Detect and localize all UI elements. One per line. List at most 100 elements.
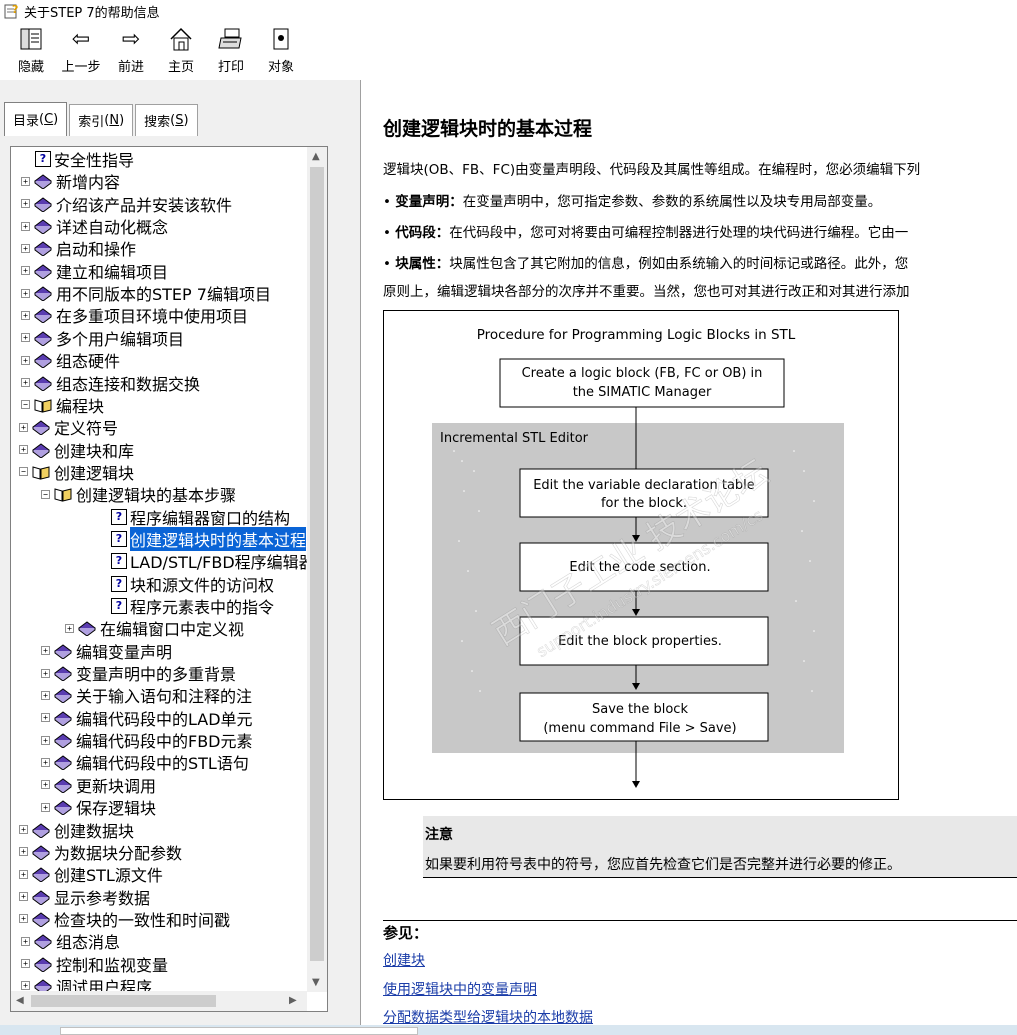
tree-item[interactable]: − 编程块	[21, 394, 104, 416]
expand-icon[interactable]: +	[21, 221, 30, 231]
object-button[interactable]: 对象	[256, 22, 306, 78]
scroll-down-icon[interactable]: ▼	[312, 977, 320, 988]
book-icon	[53, 687, 73, 705]
hide-button[interactable]: 隐藏	[6, 22, 56, 78]
tree-horizontal-scroll-thumb[interactable]	[31, 995, 216, 1007]
tree-item[interactable]: + 介绍该产品并安装该软件	[21, 193, 232, 215]
tree-item[interactable]: + 在多重项目环境中使用项目	[21, 304, 248, 326]
expand-icon[interactable]: +	[65, 623, 74, 633]
tree-vertical-scrollbar[interactable]: ▲ ▼	[307, 147, 327, 992]
collapse-icon[interactable]: −	[41, 489, 50, 499]
scroll-right-icon[interactable]: ▶	[289, 995, 297, 1006]
book-icon	[33, 330, 53, 347]
tree-item[interactable]: + 控制和监视变量	[21, 953, 168, 975]
expand-icon[interactable]: +	[19, 914, 28, 924]
expand-icon[interactable]: +	[41, 690, 50, 700]
tree-item[interactable]: + 编辑变量声明	[41, 640, 172, 662]
tree-item[interactable]: + 更新块调用	[41, 774, 156, 796]
tree-item-label: 用不同版本的STEP 7编辑项目	[56, 285, 271, 305]
tree-item[interactable]: + 创建数据块	[19, 819, 134, 841]
tree-item[interactable]: − 创建逻辑块的基本步骤	[41, 483, 236, 505]
tree-item-label: 编程块	[56, 396, 105, 416]
expand-icon[interactable]: +	[21, 243, 30, 253]
expand-icon[interactable]: +	[21, 288, 30, 298]
tree-item[interactable]: + 组态连接和数据交换	[21, 372, 200, 394]
expand-icon[interactable]: +	[19, 825, 28, 834]
book-icon	[33, 933, 53, 950]
expand-icon[interactable]: +	[21, 936, 30, 946]
bullet-code-term: 代码段：	[395, 225, 450, 241]
expand-icon[interactable]: +	[41, 668, 50, 678]
expand-icon[interactable]: +	[21, 199, 30, 209]
tab-search[interactable]: 搜索(S)	[135, 104, 198, 136]
tree-item[interactable]: + 为数据块分配参数	[19, 841, 182, 863]
tree-item[interactable]: + 调试用户程序	[21, 975, 152, 992]
book-icon	[33, 196, 53, 213]
expand-icon[interactable]: +	[19, 445, 28, 455]
forward-button[interactable]: ⇨ 前进	[106, 22, 156, 78]
expand-icon[interactable]: +	[21, 310, 30, 320]
tree-item[interactable]: + 启动和操作	[21, 237, 136, 259]
link-local-data-types[interactable]: 分配数据类型给逻辑块的本地数据	[383, 1007, 593, 1025]
tree-item[interactable]: + 创建STL源文件	[19, 863, 163, 885]
tree-item[interactable]: + 创建块和库	[19, 439, 134, 461]
back-button[interactable]: ⇦ 上一步	[56, 22, 106, 78]
tab-contents[interactable]: 目录(C)	[4, 102, 68, 136]
expand-icon[interactable]: +	[41, 646, 50, 656]
tree-item[interactable]: − 创建逻辑块	[19, 461, 134, 483]
tab-contents-key: C	[44, 112, 54, 127]
tree-item[interactable]: + 组态硬件	[21, 349, 120, 371]
link-create-block[interactable]: 创建块	[383, 950, 425, 970]
expand-icon[interactable]: +	[21, 266, 30, 276]
expand-icon[interactable]: +	[21, 981, 30, 991]
expand-icon[interactable]: +	[41, 713, 50, 723]
tree-item[interactable]: + 在编辑窗口中定义视	[65, 617, 244, 639]
tree-vertical-scroll-thumb[interactable]	[310, 167, 324, 961]
expand-icon[interactable]: +	[21, 333, 30, 343]
tree-item[interactable]: + 新增内容	[21, 170, 120, 192]
tab-index[interactable]: 索引(N)	[69, 104, 134, 136]
tree-item[interactable]: + 多个用户编辑项目	[21, 327, 184, 349]
expand-icon[interactable]: +	[41, 780, 50, 790]
tree-item[interactable]: + 建立和编辑项目	[21, 260, 168, 282]
expand-icon[interactable]: +	[19, 869, 28, 879]
collapse-icon[interactable]: −	[21, 400, 30, 410]
expand-icon[interactable]: +	[19, 892, 28, 902]
expand-icon[interactable]: +	[21, 176, 30, 186]
tree-item[interactable]: + 用不同版本的STEP 7编辑项目	[21, 282, 271, 304]
title-bar: ? 关于STEP 7的帮助信息	[0, 0, 1017, 22]
tree-item[interactable]: + 组态消息	[21, 930, 120, 952]
tree-item[interactable]: ? 程序元素表中的指令	[111, 595, 274, 617]
home-button[interactable]: 主页	[156, 22, 206, 78]
expand-icon[interactable]: +	[41, 757, 50, 767]
tree-item[interactable]: + 编辑代码段中的FBD元素	[41, 729, 253, 751]
collapse-icon[interactable]: −	[19, 467, 28, 477]
pane-splitter[interactable]	[347, 80, 361, 1025]
tree-item[interactable]: + 显示参考数据	[19, 886, 150, 908]
expand-icon[interactable]: +	[21, 959, 30, 969]
expand-icon[interactable]: +	[19, 847, 28, 857]
print-button[interactable]: 打印	[206, 22, 256, 78]
tree-item[interactable]: ? 创建逻辑块时的基本过程	[111, 526, 307, 551]
tree-horizontal-scrollbar[interactable]: ◀ ▶	[11, 991, 307, 1011]
expand-icon[interactable]: +	[19, 422, 28, 432]
expand-icon[interactable]: +	[41, 802, 50, 812]
tree-item[interactable]: + 关于输入语句和注释的注	[41, 684, 252, 706]
scroll-up-icon[interactable]: ▲	[312, 151, 320, 162]
tree-item[interactable]: + 保存逻辑块	[41, 796, 156, 818]
link-variable-declaration[interactable]: 使用逻辑块中的变量声明	[383, 979, 537, 999]
tree-item[interactable]: + 定义符号	[19, 416, 118, 438]
tree-item[interactable]: + 编辑代码段中的STL语句	[41, 751, 249, 773]
expand-icon[interactable]: +	[21, 355, 30, 365]
tree-item[interactable]: + 详述自动化概念	[21, 215, 168, 237]
tree-item[interactable]: ? 安全性指导	[35, 148, 134, 170]
tree-item[interactable]: ? 程序编辑器窗口的结构	[111, 506, 290, 528]
scroll-left-icon[interactable]: ◀	[16, 995, 24, 1006]
tree-item[interactable]: ? LAD/STL/FBD程序编辑器	[111, 550, 307, 572]
expand-icon[interactable]: +	[21, 378, 30, 387]
tree-item[interactable]: ? 块和源文件的访问权	[111, 573, 274, 595]
expand-icon[interactable]: +	[41, 735, 50, 745]
tree-item[interactable]: + 编辑代码段中的LAD单元	[41, 707, 253, 729]
tree-item[interactable]: + 检查块的一致性和时间戳	[19, 908, 230, 930]
tree-item[interactable]: + 变量声明中的多重背景	[41, 662, 236, 684]
